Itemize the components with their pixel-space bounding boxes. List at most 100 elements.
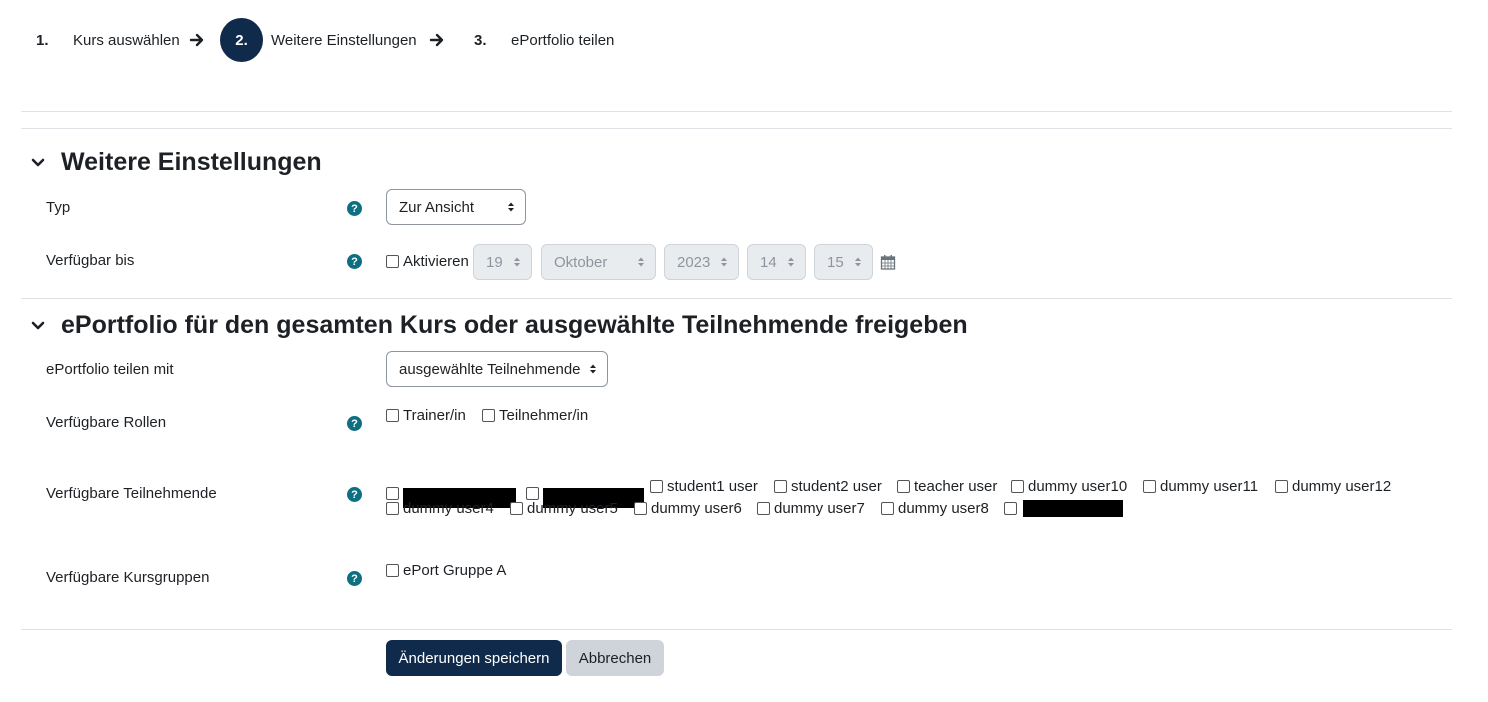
divider xyxy=(21,111,1452,112)
participant-checkbox[interactable]: dummy user6 xyxy=(634,500,742,517)
cancel-button[interactable]: Abbrechen xyxy=(566,640,664,676)
participant-label: dummy user5 xyxy=(527,500,618,517)
hour-select: 14 xyxy=(747,244,806,280)
checkbox-box[interactable] xyxy=(634,502,647,515)
roles-label: Verfügbare Rollen xyxy=(46,414,167,431)
arrow-right-icon xyxy=(189,33,204,47)
sort-caret-icon xyxy=(855,257,861,267)
role-label: Teilnehmer/in xyxy=(499,407,589,424)
participant-checkbox[interactable] xyxy=(1004,500,1123,517)
year-value: 2023 xyxy=(677,253,711,271)
participant-checkbox[interactable]: student2 user xyxy=(774,478,882,495)
participant-checkbox[interactable]: teacher user xyxy=(897,478,997,495)
sort-caret-icon xyxy=(638,257,644,267)
checkbox-box[interactable] xyxy=(386,502,399,515)
participant-label: dummy user8 xyxy=(898,500,989,517)
role-checkbox[interactable]: Teilnehmer/in xyxy=(482,407,588,424)
checkbox-box[interactable] xyxy=(881,502,894,515)
save-button[interactable]: Änderungen speichern xyxy=(386,640,562,676)
checkbox-box[interactable] xyxy=(1004,502,1017,515)
step-1-label[interactable]: Kurs auswählen xyxy=(73,32,180,49)
typ-label: Typ xyxy=(46,199,71,216)
minute-value: 15 xyxy=(827,253,844,271)
chevron-down-icon xyxy=(31,321,45,329)
groups-label: Verfügbare Kursgruppen xyxy=(46,569,210,586)
participant-label: dummy user6 xyxy=(651,500,742,517)
group-checkbox[interactable]: ePort Gruppe A xyxy=(386,562,506,579)
aktivieren-checkbox[interactable]: Aktivieren xyxy=(386,253,469,270)
participant-checkbox[interactable]: dummy user7 xyxy=(757,500,865,517)
checkbox-box[interactable] xyxy=(386,255,399,268)
participants-label: Verfügbare Teilnehmende xyxy=(46,485,217,502)
hour-value: 14 xyxy=(760,253,777,271)
checkbox-box[interactable] xyxy=(774,480,787,493)
participant-checkbox[interactable]: dummy user5 xyxy=(510,500,618,517)
chevron-down-icon xyxy=(31,158,45,166)
sort-caret-icon xyxy=(721,257,727,267)
participant-checkbox[interactable]: dummy user12 xyxy=(1275,478,1391,495)
checkbox-box[interactable] xyxy=(1011,480,1024,493)
participant-label: student2 user xyxy=(791,478,882,495)
participant-checkbox[interactable]: student1 user xyxy=(650,478,758,495)
checkbox-box[interactable] xyxy=(482,409,495,422)
group-label: ePort Gruppe A xyxy=(403,562,507,579)
section-weitere-einstellungen-header[interactable]: Weitere Einstellungen xyxy=(30,148,322,177)
share-with-select[interactable]: ausgewählte Teilnehmende xyxy=(386,351,608,387)
step-2-number: 2. xyxy=(220,18,263,62)
help-icon[interactable]: ? xyxy=(347,487,362,502)
help-icon[interactable]: ? xyxy=(347,201,362,216)
sort-caret-icon xyxy=(508,202,514,212)
help-icon[interactable]: ? xyxy=(347,571,362,586)
day-value: 19 xyxy=(486,253,503,271)
share-with-value: ausgewählte Teilnehmende xyxy=(399,360,581,378)
section-title: Weitere Einstellungen xyxy=(61,148,322,176)
checkbox-box[interactable] xyxy=(1143,480,1156,493)
checkbox-box[interactable] xyxy=(386,409,399,422)
minute-select: 15 xyxy=(814,244,873,280)
participant-checkbox[interactable]: dummy user4 xyxy=(386,500,494,517)
month-select: Oktober xyxy=(541,244,656,280)
step-3-number: 3. xyxy=(474,32,487,49)
calendar-icon[interactable] xyxy=(880,254,896,270)
participant-checkbox[interactable]: dummy user10 xyxy=(1011,478,1127,495)
month-value: Oktober xyxy=(554,253,608,271)
help-icon[interactable]: ? xyxy=(347,254,362,269)
checkbox-box[interactable] xyxy=(386,486,399,500)
role-checkbox[interactable]: Trainer/in xyxy=(386,407,466,424)
share-with-label: ePortfolio teilen mit xyxy=(46,361,174,378)
aktivieren-label: Aktivieren xyxy=(403,253,469,270)
section-share-header[interactable]: ePortfolio für den gesamten Kurs oder au… xyxy=(30,311,968,340)
role-label: Trainer/in xyxy=(403,407,466,424)
checkbox-box[interactable] xyxy=(386,564,399,577)
stepper: 1. Kurs auswählen 2. Weitere Einstellung… xyxy=(0,0,1488,80)
year-select: 2023 xyxy=(664,244,739,280)
verfuegbar-bis-label: Verfügbar bis xyxy=(46,252,135,269)
participant-label: dummy user11 xyxy=(1160,478,1259,495)
participant-checkbox[interactable]: dummy user8 xyxy=(881,500,989,517)
typ-select-value: Zur Ansicht xyxy=(399,198,475,216)
checkbox-box[interactable] xyxy=(510,502,523,515)
step-2-label: Weitere Einstellungen xyxy=(271,32,417,49)
typ-select[interactable]: Zur Ansicht xyxy=(386,189,526,225)
help-icon[interactable]: ? xyxy=(347,416,362,431)
checkbox-box[interactable] xyxy=(526,486,539,500)
redacted-name xyxy=(1023,500,1123,517)
day-select: 19 xyxy=(473,244,532,280)
divider xyxy=(21,128,1452,129)
checkbox-box[interactable] xyxy=(1275,480,1288,493)
step-3-label: ePortfolio teilen xyxy=(511,32,615,49)
divider xyxy=(21,629,1452,630)
sort-caret-icon xyxy=(590,364,596,374)
participant-label: dummy user12 xyxy=(1292,478,1392,495)
step-1-number: 1. xyxy=(36,32,49,49)
participant-label: dummy user7 xyxy=(774,500,865,517)
participant-checkbox[interactable]: dummy user11 xyxy=(1143,478,1258,495)
checkbox-box[interactable] xyxy=(757,502,770,515)
checkbox-box[interactable] xyxy=(897,480,910,493)
divider xyxy=(21,298,1452,299)
sort-caret-icon xyxy=(514,257,520,267)
checkbox-box[interactable] xyxy=(650,480,663,493)
participant-label: dummy user10 xyxy=(1028,478,1128,495)
arrow-right-icon xyxy=(429,33,444,47)
sort-caret-icon xyxy=(788,257,794,267)
